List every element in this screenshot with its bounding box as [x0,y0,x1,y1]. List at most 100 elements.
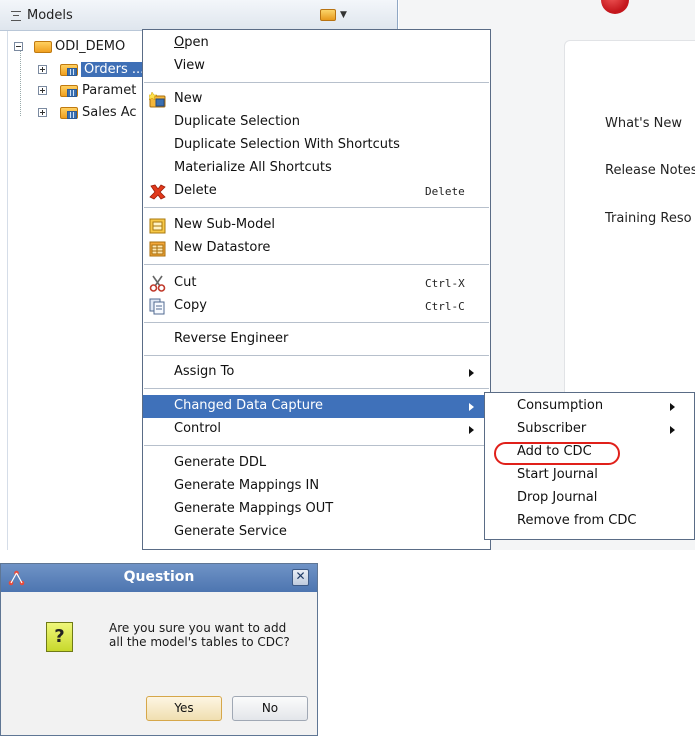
tree-node-label: Orders ... [81,62,148,77]
question-dialog: Question ✕ ? Are you sure you want to ad… [0,563,318,736]
menu-item-label: Generate DDL [174,455,267,470]
submodel-icon [149,218,166,234]
yes-button[interactable]: Yes [146,696,222,721]
submenu-item-drop-journal[interactable]: Drop Journal [485,487,695,510]
datastore-icon [149,241,166,257]
menu-item-label: Reverse Engineer [174,331,289,346]
menu-item-open[interactable]: Open [143,32,490,55]
menu-item-label: Materialize All Shortcuts [174,160,332,175]
tree-node-orders[interactable]: Orders ... [38,61,148,79]
menu-item-generate-service[interactable]: Generate Service [143,521,490,544]
menu-item-assign-to[interactable]: Assign To [143,361,490,384]
menu-item-label: Consumption [517,398,604,413]
chevron-down-icon: ▼ [340,10,347,20]
menu-item-label: Duplicate Selection [174,114,300,129]
menu-item-label: Remove from CDC [517,513,637,528]
expand-toggle-icon[interactable] [38,65,47,74]
context-menu: Open View New Duplicate Selection Duplic… [142,29,491,550]
scissors-icon [149,275,166,292]
expand-toggle-icon[interactable] [38,108,47,117]
model-folder-icon [60,62,78,76]
collapse-toggle-icon[interactable] [14,42,23,51]
menu-separator [144,388,489,389]
menu-item-generate-mappings-out[interactable]: Generate Mappings OUT [143,498,490,521]
tree-node-parameters[interactable]: Paramet [38,82,144,100]
menu-item-new[interactable]: New [143,88,490,111]
menu-item-duplicate-with-shortcuts[interactable]: Duplicate Selection With Shortcuts [143,134,490,157]
dialog-title: Question [123,569,195,585]
menu-item-label: New Datastore [174,240,271,255]
model-folder-icon [60,83,78,97]
shortcut-label: Delete [425,185,465,198]
menu-item-label: New Sub-Model [174,217,275,232]
menu-separator [144,322,489,323]
submenu-arrow-icon [670,426,675,434]
tree-node-odi-demo[interactable]: ODI_DEMO [14,38,144,56]
folder-icon [320,9,336,21]
menu-item-label: Generate Service [174,524,287,539]
navigator-header: Models ▼ [0,0,397,31]
menu-item-label: Assign To [174,364,235,379]
new-object-icon [149,91,166,108]
cdc-submenu: Consumption Subscriber Add to CDC Start … [484,392,695,540]
menu-item-new-submodel[interactable]: New Sub-Model [143,214,490,237]
menu-item-label: Generate Mappings IN [174,478,320,493]
menu-item-label: Start Journal [517,467,598,482]
menu-item-reverse-engineer[interactable]: Reverse Engineer [143,328,490,351]
tree-node-label: Sales Ac [82,105,137,120]
menu-item-cut[interactable]: Cut Ctrl-X [143,272,490,295]
tree-node-sales[interactable]: Sales Ac [38,104,144,122]
menu-item-label: Copy [174,298,207,313]
folder-icon [34,39,52,53]
oracle-logo-icon [601,0,629,14]
new-folder-dropdown-button[interactable]: ▼ [318,6,347,22]
menu-item-control[interactable]: Control [143,418,490,441]
menu-item-delete[interactable]: Delete Delete [143,180,490,203]
tree-guide-line [20,48,21,116]
delete-icon [149,184,166,200]
tree-node-label: Paramet [82,83,137,98]
menu-item-materialize-shortcuts[interactable]: Materialize All Shortcuts [143,157,490,180]
menu-item-label: New [174,91,203,106]
menu-item-label: Generate Mappings OUT [174,501,334,516]
menu-item-new-datastore[interactable]: New Datastore [143,237,490,260]
expand-toggle-icon[interactable] [38,86,47,95]
menu-item-label: View [174,58,205,73]
whats-new-link[interactable]: What's New [605,116,682,131]
close-icon: ✕ [295,569,306,583]
dialog-title-bar[interactable]: Question ✕ [1,564,317,592]
menu-item-label: Duplicate Selection With Shortcuts [174,137,400,152]
menu-separator [144,207,489,208]
menu-item-label: Control [174,421,221,436]
annotation-highlight-circle [494,442,620,465]
no-button[interactable]: No [232,696,308,721]
menu-item-duplicate-selection[interactable]: Duplicate Selection [143,111,490,134]
menu-item-label: Cut [174,275,197,290]
copy-icon [149,298,165,315]
tree-node-label: ODI_DEMO [55,39,126,54]
odi-studio-window: Models ▼ ODI_DEMO Orders ... Paramet Sal… [0,0,695,550]
menu-item-generate-mappings-in[interactable]: Generate Mappings IN [143,475,490,498]
release-notes-link[interactable]: Release Notes [605,163,695,178]
menu-separator [144,264,489,265]
menu-item-label: Drop Journal [517,490,598,505]
shortcut-label: Ctrl-C [425,300,465,313]
collapse-panel-icon[interactable] [11,11,21,21]
navigator-gutter [0,31,8,550]
menu-item-generate-ddl[interactable]: Generate DDL [143,452,490,475]
menu-item-changed-data-capture[interactable]: Changed Data Capture [143,395,490,418]
menu-item-label: Open [174,35,209,50]
menu-separator [144,355,489,356]
menu-item-copy[interactable]: Copy Ctrl-C [143,295,490,318]
training-resources-link[interactable]: Training Reso [605,211,692,226]
close-button[interactable]: ✕ [292,569,309,586]
model-folder-icon [60,105,78,119]
dialog-message: Are you sure you want to add all the mod… [109,621,290,649]
submenu-arrow-icon [670,403,675,411]
submenu-item-subscriber[interactable]: Subscriber [485,418,695,441]
submenu-item-consumption[interactable]: Consumption [485,395,695,418]
menu-item-view[interactable]: View [143,55,490,78]
submenu-item-start-journal[interactable]: Start Journal [485,464,695,487]
menu-item-label: Subscriber [517,421,587,436]
submenu-item-remove-from-cdc[interactable]: Remove from CDC [485,510,695,533]
